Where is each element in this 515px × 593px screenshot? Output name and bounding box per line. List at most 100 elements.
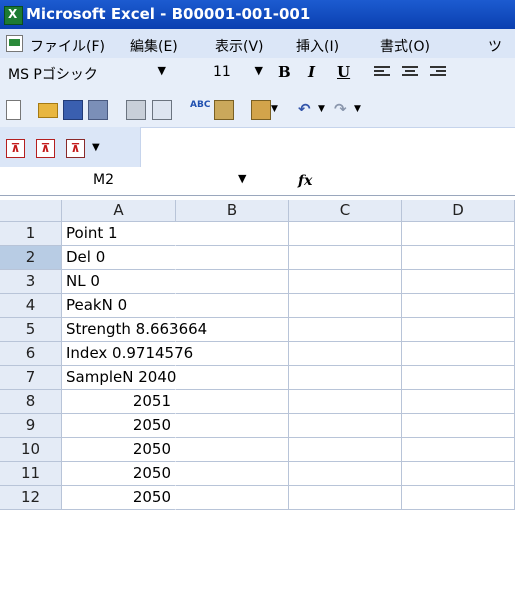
table-cell[interactable]: [402, 462, 515, 486]
row-header[interactable]: 12: [0, 486, 62, 510]
table-cell[interactable]: [289, 270, 402, 294]
table-cell[interactable]: [289, 414, 402, 438]
table-cell[interactable]: [402, 294, 515, 318]
table-cell[interactable]: 2050: [62, 438, 176, 462]
open-folder-icon[interactable]: [38, 103, 58, 118]
table-cell[interactable]: [289, 462, 402, 486]
table-cell[interactable]: [402, 246, 515, 270]
spelling-icon[interactable]: ABC: [190, 100, 210, 118]
bold-button[interactable]: B: [278, 63, 291, 81]
new-document-icon[interactable]: [6, 100, 21, 120]
align-right-icon[interactable]: [430, 66, 446, 80]
font-name-select[interactable]: MS Pゴシック ▼: [8, 64, 168, 84]
table-cell[interactable]: [402, 366, 515, 390]
table-cell[interactable]: [402, 318, 515, 342]
table-cell[interactable]: [402, 222, 515, 246]
row-header[interactable]: 10: [0, 438, 62, 462]
table-cell[interactable]: [176, 462, 289, 486]
toolbar-options-icon[interactable]: ▼: [92, 142, 100, 153]
name-box[interactable]: M2 ▼: [0, 170, 258, 190]
row-header[interactable]: 3: [0, 270, 62, 294]
table-cell[interactable]: [402, 270, 515, 294]
paste-icon[interactable]: [251, 100, 271, 120]
row-header[interactable]: 2: [0, 246, 62, 270]
row-header[interactable]: 11: [0, 462, 62, 486]
menu-view[interactable]: 表示(V): [215, 36, 264, 56]
column-header[interactable]: B: [176, 200, 289, 222]
pdf-icon[interactable]: ⊼: [36, 139, 55, 158]
row-header[interactable]: 9: [0, 414, 62, 438]
table-cell[interactable]: Index 0.9714576: [62, 342, 193, 366]
align-center-icon[interactable]: [402, 66, 418, 80]
chevron-down-icon[interactable]: ▼: [271, 104, 289, 122]
chevron-down-icon[interactable]: ▼: [354, 104, 372, 122]
table-cell[interactable]: [289, 246, 402, 270]
workbook-icon[interactable]: [6, 35, 23, 52]
table-cell[interactable]: Strength 8.663664: [62, 318, 207, 342]
table-cell[interactable]: PeakN 0: [62, 294, 176, 318]
table-cell[interactable]: 2050: [62, 462, 176, 486]
table-cell[interactable]: [176, 438, 289, 462]
chevron-down-icon[interactable]: ▼: [238, 172, 246, 185]
table-cell[interactable]: [176, 486, 289, 510]
table-cell[interactable]: [176, 222, 289, 246]
row-header[interactable]: 5: [0, 318, 62, 342]
table-cell[interactable]: Point 1: [62, 222, 176, 246]
table-cell[interactable]: NL 0: [62, 270, 176, 294]
table-cell[interactable]: [176, 414, 289, 438]
insert-function-icon[interactable]: fx: [298, 173, 312, 189]
pdf-review-icon[interactable]: ⊼: [66, 139, 85, 158]
redo-icon[interactable]: ↷: [334, 100, 352, 118]
table-cell[interactable]: [402, 342, 515, 366]
menu-file[interactable]: ファイル(F): [30, 36, 105, 56]
table-cell[interactable]: [289, 222, 402, 246]
select-all-corner[interactable]: [0, 200, 62, 222]
table-cell[interactable]: [289, 342, 402, 366]
excel-app-icon[interactable]: [4, 6, 23, 25]
menu-edit[interactable]: 編集(E): [130, 36, 178, 56]
table-cell[interactable]: [289, 486, 402, 510]
table-cell[interactable]: [402, 438, 515, 462]
research-icon[interactable]: [214, 100, 234, 120]
italic-button[interactable]: I: [308, 63, 315, 81]
table-cell[interactable]: [176, 390, 289, 414]
table-cell[interactable]: [176, 270, 289, 294]
font-size-select[interactable]: 11 ▼: [213, 64, 265, 84]
table-cell[interactable]: [289, 318, 402, 342]
table-cell[interactable]: 2050: [62, 486, 176, 510]
table-cell[interactable]: 2050: [62, 414, 176, 438]
table-cell[interactable]: [176, 294, 289, 318]
menu-tools[interactable]: ツ: [488, 36, 502, 56]
row-header[interactable]: 7: [0, 366, 62, 390]
table-cell[interactable]: [289, 294, 402, 318]
print-preview-icon[interactable]: [152, 100, 172, 120]
table-cell[interactable]: [176, 246, 289, 270]
table-cell[interactable]: [402, 414, 515, 438]
row-header[interactable]: 1: [0, 222, 62, 246]
save-icon[interactable]: [63, 100, 83, 120]
menu-insert[interactable]: 挿入(I): [296, 36, 339, 56]
row-header[interactable]: 6: [0, 342, 62, 366]
column-header[interactable]: A: [62, 200, 176, 222]
align-left-icon[interactable]: [374, 66, 390, 80]
table-cell[interactable]: [289, 438, 402, 462]
table-cell[interactable]: [402, 486, 515, 510]
table-cell[interactable]: [289, 366, 402, 390]
column-header[interactable]: D: [402, 200, 515, 222]
table-cell[interactable]: 2051: [62, 390, 176, 414]
column-header[interactable]: C: [289, 200, 402, 222]
row-header[interactable]: 4: [0, 294, 62, 318]
row-header[interactable]: 8: [0, 390, 62, 414]
table-cell[interactable]: [176, 366, 289, 390]
table-cell[interactable]: SampleN 2040: [62, 366, 176, 390]
menu-format[interactable]: 書式(O): [380, 36, 430, 56]
table-cell[interactable]: [402, 390, 515, 414]
underline-button[interactable]: U: [337, 63, 350, 81]
undo-icon[interactable]: ↶: [298, 100, 316, 118]
permission-icon[interactable]: [88, 100, 108, 120]
table-cell[interactable]: Del 0: [62, 246, 176, 270]
window-title: Microsoft Excel - B00001-001-001: [26, 5, 311, 23]
pdf-icon[interactable]: ⊼: [6, 139, 25, 158]
table-cell[interactable]: [289, 390, 402, 414]
print-icon[interactable]: [126, 100, 146, 120]
